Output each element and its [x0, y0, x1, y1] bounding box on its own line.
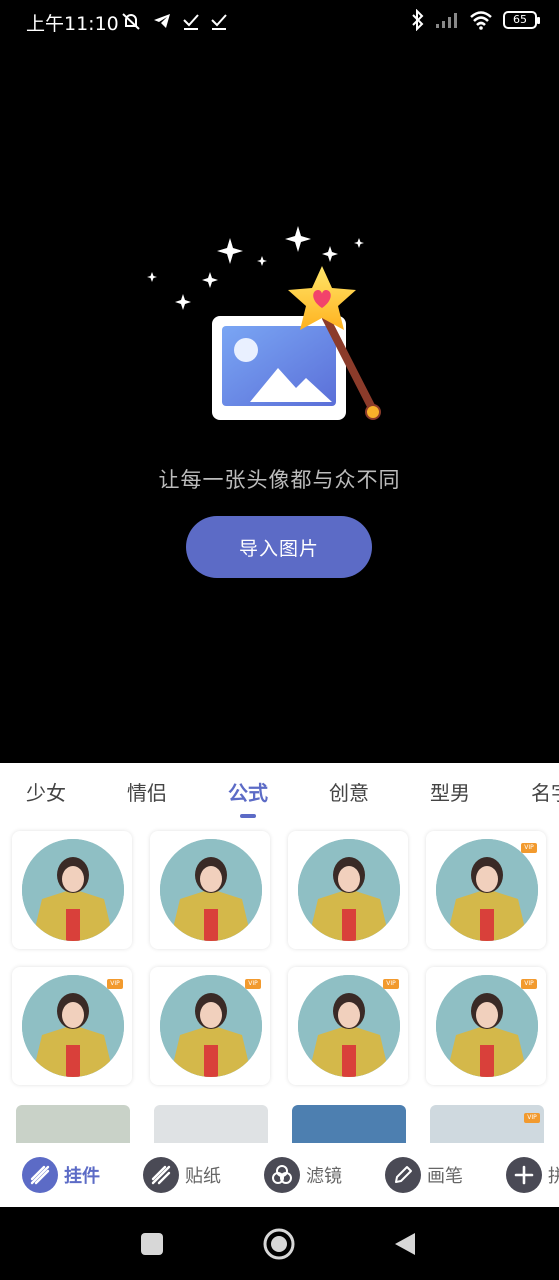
filter-icon: [264, 1157, 300, 1193]
template-card[interactable]: VIP: [426, 831, 546, 949]
template-thumbnail[interactable]: [292, 1105, 406, 1145]
navigation-bar: [0, 1207, 559, 1280]
template-card[interactable]: [150, 831, 270, 949]
signal-icon: [436, 13, 457, 28]
screen: 上午11:10 65 让每一张头像都与众不同 导入图片 少女 情侣 公式 创意 …: [0, 0, 559, 1280]
battery-level: 65: [513, 13, 527, 26]
recents-square-icon[interactable]: [140, 1232, 164, 1256]
mute-bell-icon: [122, 13, 140, 30]
status-bar: 上午11:10 65: [0, 0, 559, 44]
tool-collage-label: 拼: [548, 1166, 559, 1187]
avatar-preview: [298, 839, 400, 941]
template-card[interactable]: [288, 831, 408, 949]
tab-formula[interactable]: 公式: [228, 777, 268, 806]
status-right-icons: 65: [411, 9, 540, 31]
tool-sticker[interactable]: 贴纸: [143, 1157, 221, 1193]
hero-illustration: [147, 226, 381, 420]
template-card[interactable]: VIP: [150, 967, 270, 1085]
template-card[interactable]: VIP: [12, 967, 132, 1085]
avatar-preview: [436, 839, 538, 941]
avatar-preview: [160, 839, 262, 941]
template-thumbnail[interactable]: VIP: [430, 1105, 544, 1145]
check-icon: [183, 14, 199, 30]
pendant-icon: [22, 1157, 58, 1193]
tool-sticker-label: 贴纸: [185, 1166, 221, 1187]
template-panel: 少女 情侣 公式 创意 型男 名字 V: [0, 763, 559, 1207]
avatar-preview: [160, 975, 262, 1077]
tool-filter-label: 滤镜: [306, 1166, 342, 1187]
category-tabs: 少女 情侣 公式 创意 型男 名字: [0, 763, 559, 823]
bluetooth-icon: [412, 9, 424, 31]
active-tab-indicator: [240, 814, 256, 818]
tagline: 让每一张头像都与众不同: [158, 468, 401, 492]
edit-toolbar: 挂件 贴纸 滤镜 画笔 拼: [0, 1143, 559, 1207]
tab-creative[interactable]: 创意: [329, 777, 369, 806]
tab-stylish-men[interactable]: 型男: [430, 777, 470, 806]
tab-girls[interactable]: 少女: [26, 777, 66, 806]
vip-badge: VIP: [524, 1113, 540, 1123]
add-icon: [506, 1157, 542, 1193]
telegram-icon: [154, 14, 170, 28]
avatar-preview: [436, 975, 538, 1077]
vip-badge: VIP: [245, 979, 261, 989]
avatar-preview: [22, 975, 124, 1077]
wifi-icon: [470, 11, 492, 30]
check-icon: [211, 14, 227, 30]
tab-couples[interactable]: 情侣: [127, 777, 167, 806]
image-icon: [212, 316, 346, 420]
template-card[interactable]: [12, 831, 132, 949]
template-thumbnail[interactable]: [16, 1105, 130, 1145]
template-card[interactable]: VIP: [288, 967, 408, 1085]
vip-badge: VIP: [383, 979, 399, 989]
sticker-icon: [143, 1157, 179, 1193]
vip-badge: VIP: [521, 843, 537, 853]
battery-icon: 65: [503, 11, 540, 29]
vip-badge: VIP: [107, 979, 123, 989]
status-left-icons: [120, 11, 228, 31]
template-card[interactable]: VIP: [426, 967, 546, 1085]
brush-icon: [385, 1157, 421, 1193]
tool-brush[interactable]: 画笔: [385, 1157, 463, 1193]
home-circle-icon[interactable]: [263, 1228, 295, 1260]
avatar-preview: [298, 975, 400, 1077]
template-thumbnail[interactable]: [154, 1105, 268, 1145]
tool-collage[interactable]: 拼: [506, 1157, 559, 1193]
import-image-button[interactable]: 导入图片: [186, 516, 372, 578]
status-time: 上午11:10: [26, 13, 119, 35]
tool-pendant[interactable]: 挂件: [22, 1157, 100, 1193]
tool-pendant-label: 挂件: [64, 1166, 100, 1187]
vip-badge: VIP: [521, 979, 537, 989]
back-triangle-icon[interactable]: [393, 1231, 417, 1257]
avatar-preview: [22, 839, 124, 941]
tool-brush-label: 画笔: [427, 1166, 463, 1187]
tab-names[interactable]: 名字: [531, 777, 559, 806]
tool-filter[interactable]: 滤镜: [264, 1157, 342, 1193]
